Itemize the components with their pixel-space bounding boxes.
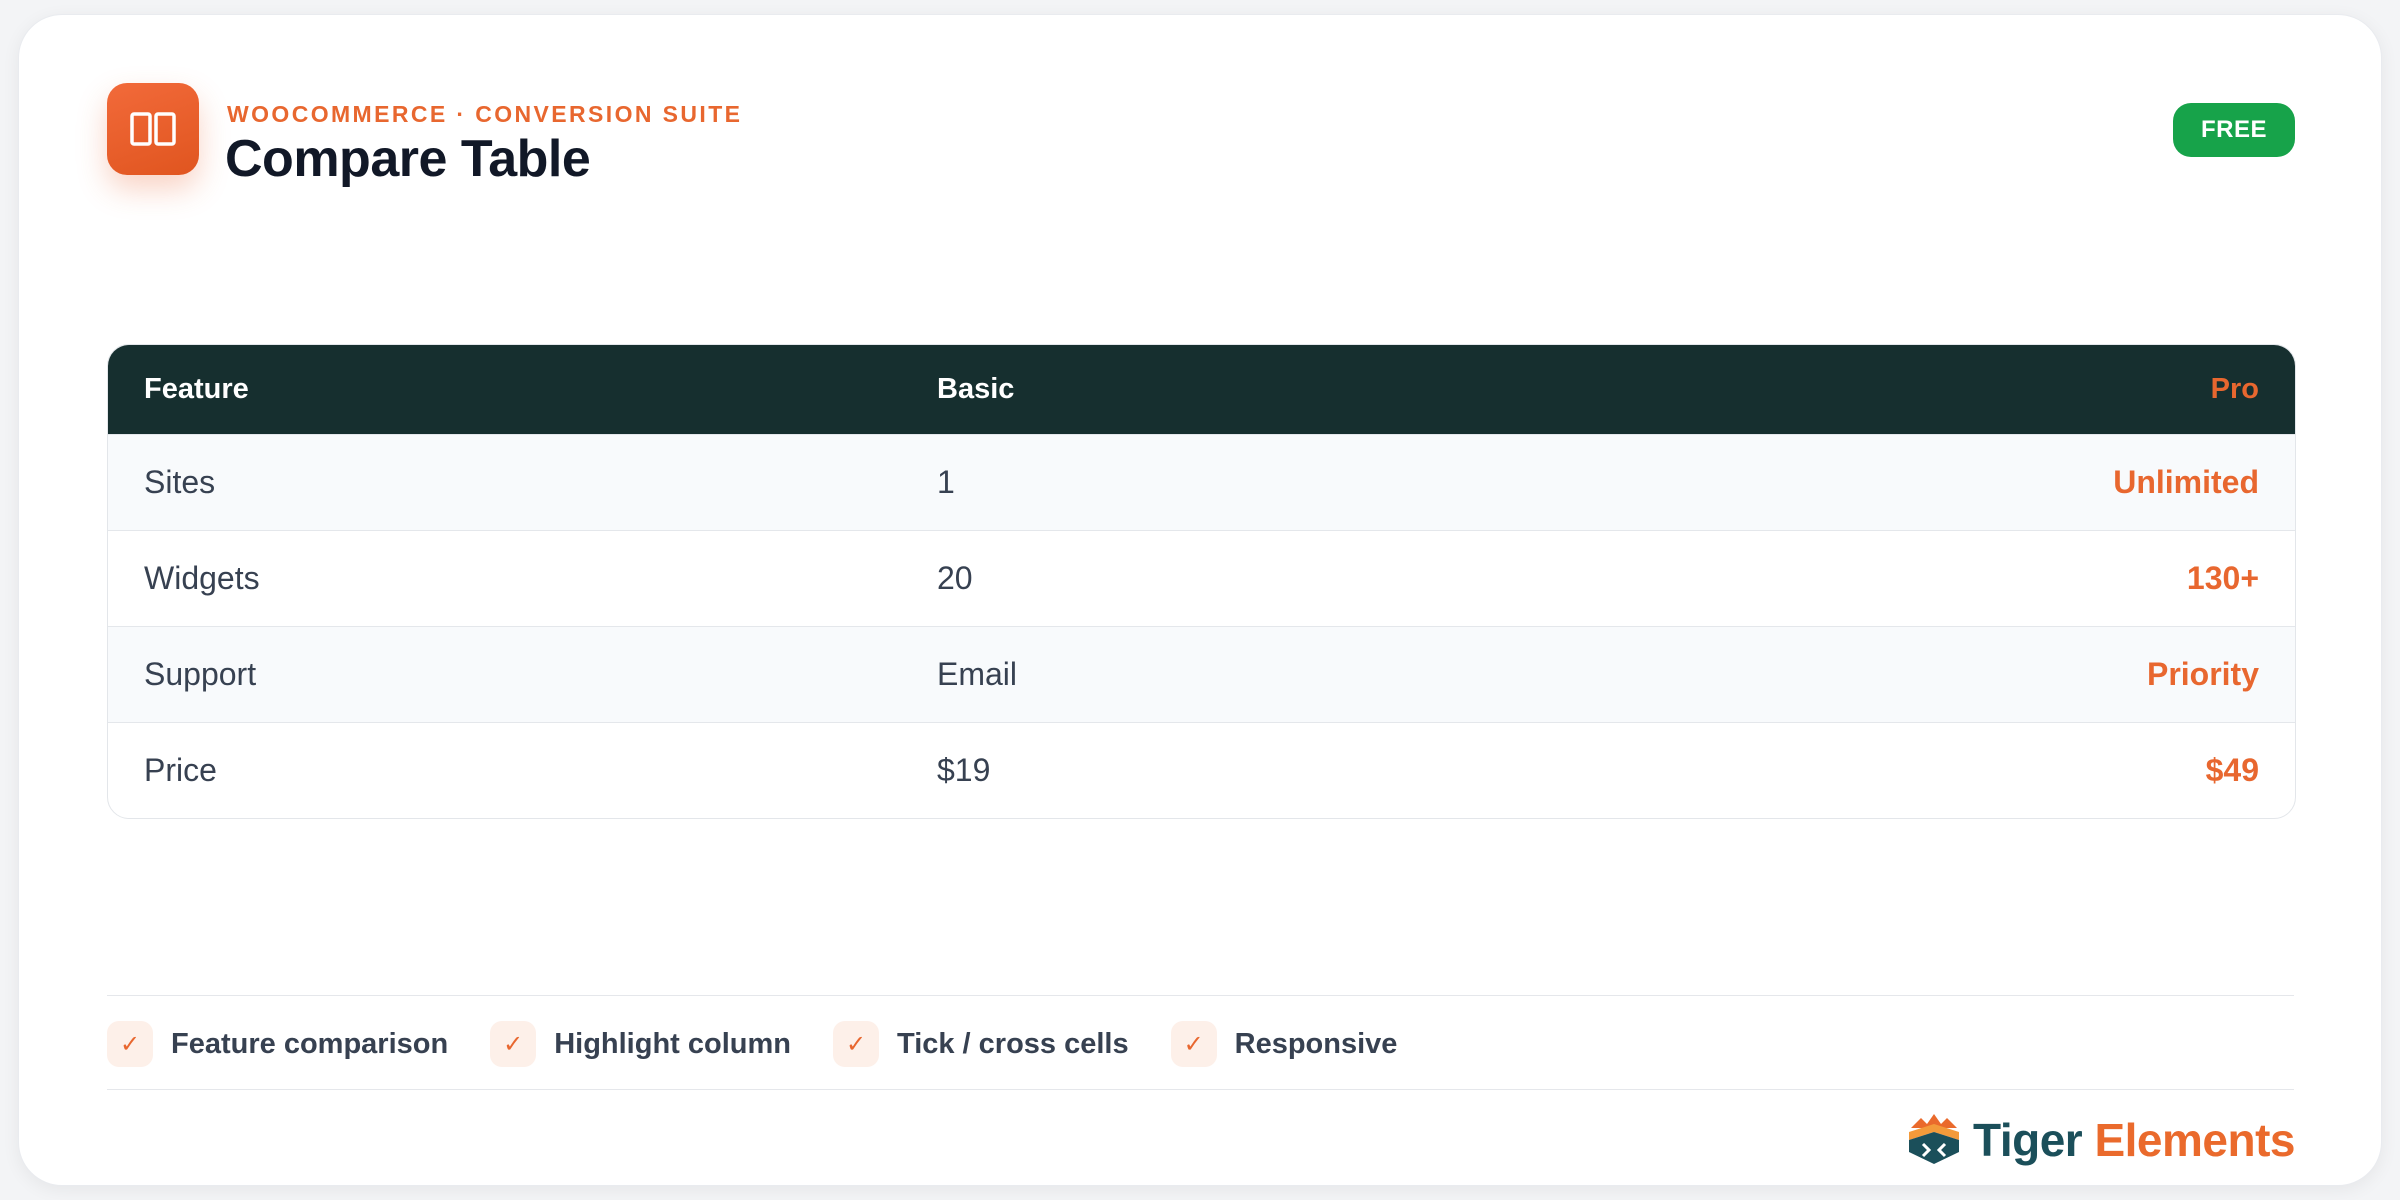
check-icon: ✓ xyxy=(833,1021,879,1067)
divider xyxy=(107,1089,2294,1090)
basic-cell: 20 xyxy=(937,560,973,596)
table-row: Sites 1 Unlimited xyxy=(108,434,2295,530)
check-icon: ✓ xyxy=(490,1021,537,1067)
price-badge: FREE xyxy=(2173,103,2295,157)
feature-label: Feature comparison xyxy=(171,1027,449,1060)
check-icon: ✓ xyxy=(1170,1021,1217,1067)
page-title: Compare Table xyxy=(225,130,591,188)
columns-icon xyxy=(107,83,199,175)
feature-cell: Support xyxy=(144,656,257,692)
feature-item: ✓ Feature comparison xyxy=(107,1021,448,1067)
table-header: Feature Basic Pro xyxy=(108,345,2295,434)
column-header-feature: Feature xyxy=(144,373,249,405)
product-card: WOOCOMMERCE · CONVERSION SUITE Compare T… xyxy=(18,14,2382,1186)
brand-name-part1: Tiger xyxy=(1973,1114,2083,1166)
check-icon: ✓ xyxy=(107,1021,153,1067)
pro-cell: Priority xyxy=(2146,656,2259,692)
feature-cell: Price xyxy=(144,752,217,788)
table-row: Support Email Priority xyxy=(108,626,2295,722)
pro-cell: Unlimited xyxy=(2113,464,2259,500)
compare-table: Feature Basic Pro Sites 1 Unlimited Widg… xyxy=(107,344,2296,819)
table-row: Price $19 $49 xyxy=(108,722,2295,818)
feature-item: ✓ Highlight column xyxy=(490,1021,791,1067)
feature-label: Tick / cross cells xyxy=(897,1027,1129,1060)
feature-item: ✓ Responsive xyxy=(1170,1021,1398,1067)
table-row: Widgets 20 130+ xyxy=(108,530,2295,626)
feature-cell: Sites xyxy=(144,464,216,500)
feature-item: ✓ Tick / cross cells xyxy=(833,1021,1129,1067)
basic-cell: $19 xyxy=(937,752,991,788)
brand-name-part2: Elements xyxy=(2094,1114,2295,1166)
product-category: WOOCOMMERCE · CONVERSION SUITE xyxy=(227,101,743,127)
feature-list: ✓ Feature comparison ✓ Highlight column … xyxy=(107,1021,1439,1067)
feature-label: Responsive xyxy=(1234,1027,1398,1060)
basic-cell: 1 xyxy=(937,464,955,500)
brand-logo: Tiger Elements xyxy=(1905,1107,2295,1173)
pro-cell: 130+ xyxy=(2186,560,2259,596)
tiger-elements-logo-icon xyxy=(1905,1110,1963,1171)
basic-cell: Email xyxy=(937,656,1018,692)
divider xyxy=(107,995,2294,996)
pro-cell: $49 xyxy=(2205,752,2259,788)
column-header-pro: Pro xyxy=(2210,373,2259,405)
feature-cell: Widgets xyxy=(144,560,260,596)
column-header-basic: Basic xyxy=(937,373,1015,405)
feature-label: Highlight column xyxy=(554,1027,791,1060)
